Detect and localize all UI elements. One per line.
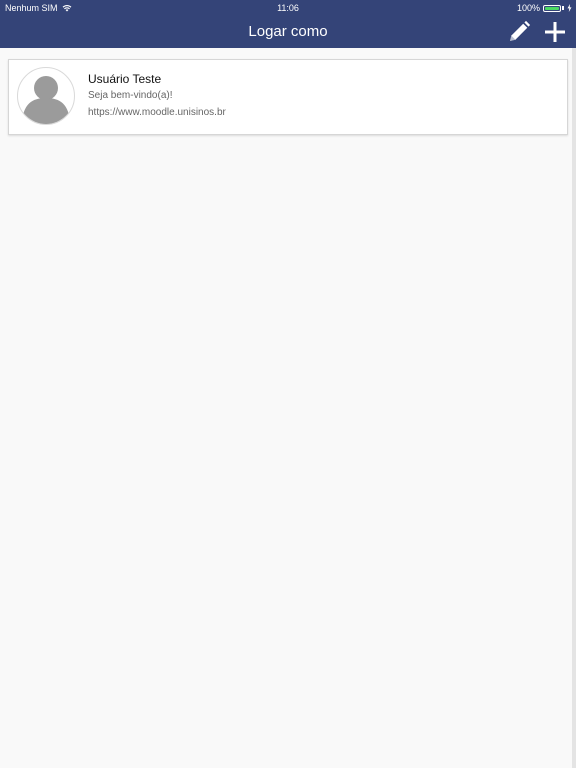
page-title: Logar como — [248, 23, 328, 40]
battery-icon — [543, 4, 561, 12]
status-right: 100% — [517, 3, 572, 13]
accounts-list: Usuário Teste Seja bem-vindo(a)! https:/… — [0, 48, 576, 768]
account-site-url: https://www.moodle.unisinos.br — [88, 107, 226, 118]
status-bar: Nenhum SIM 11:06 100% — [0, 0, 576, 16]
account-greeting: Seja bem-vindo(a)! — [88, 90, 173, 101]
battery-tip — [562, 6, 564, 10]
screen: Nenhum SIM 11:06 100% Logar como Usuário… — [0, 0, 576, 768]
pencil-icon — [510, 20, 531, 41]
add-account-button[interactable] — [543, 20, 567, 44]
charging-bolt-icon — [567, 4, 572, 12]
scrollbar[interactable] — [572, 48, 576, 768]
app-header: Nenhum SIM 11:06 100% Logar como — [0, 0, 576, 48]
battery-percent: 100% — [516, 3, 540, 13]
account-name: Usuário Teste — [88, 72, 162, 86]
status-time: 11:06 — [277, 3, 299, 13]
plus-icon — [545, 22, 565, 42]
user-avatar-icon — [17, 67, 75, 125]
account-item[interactable]: Usuário Teste Seja bem-vindo(a)! https:/… — [8, 59, 568, 135]
edit-button[interactable] — [507, 20, 531, 44]
